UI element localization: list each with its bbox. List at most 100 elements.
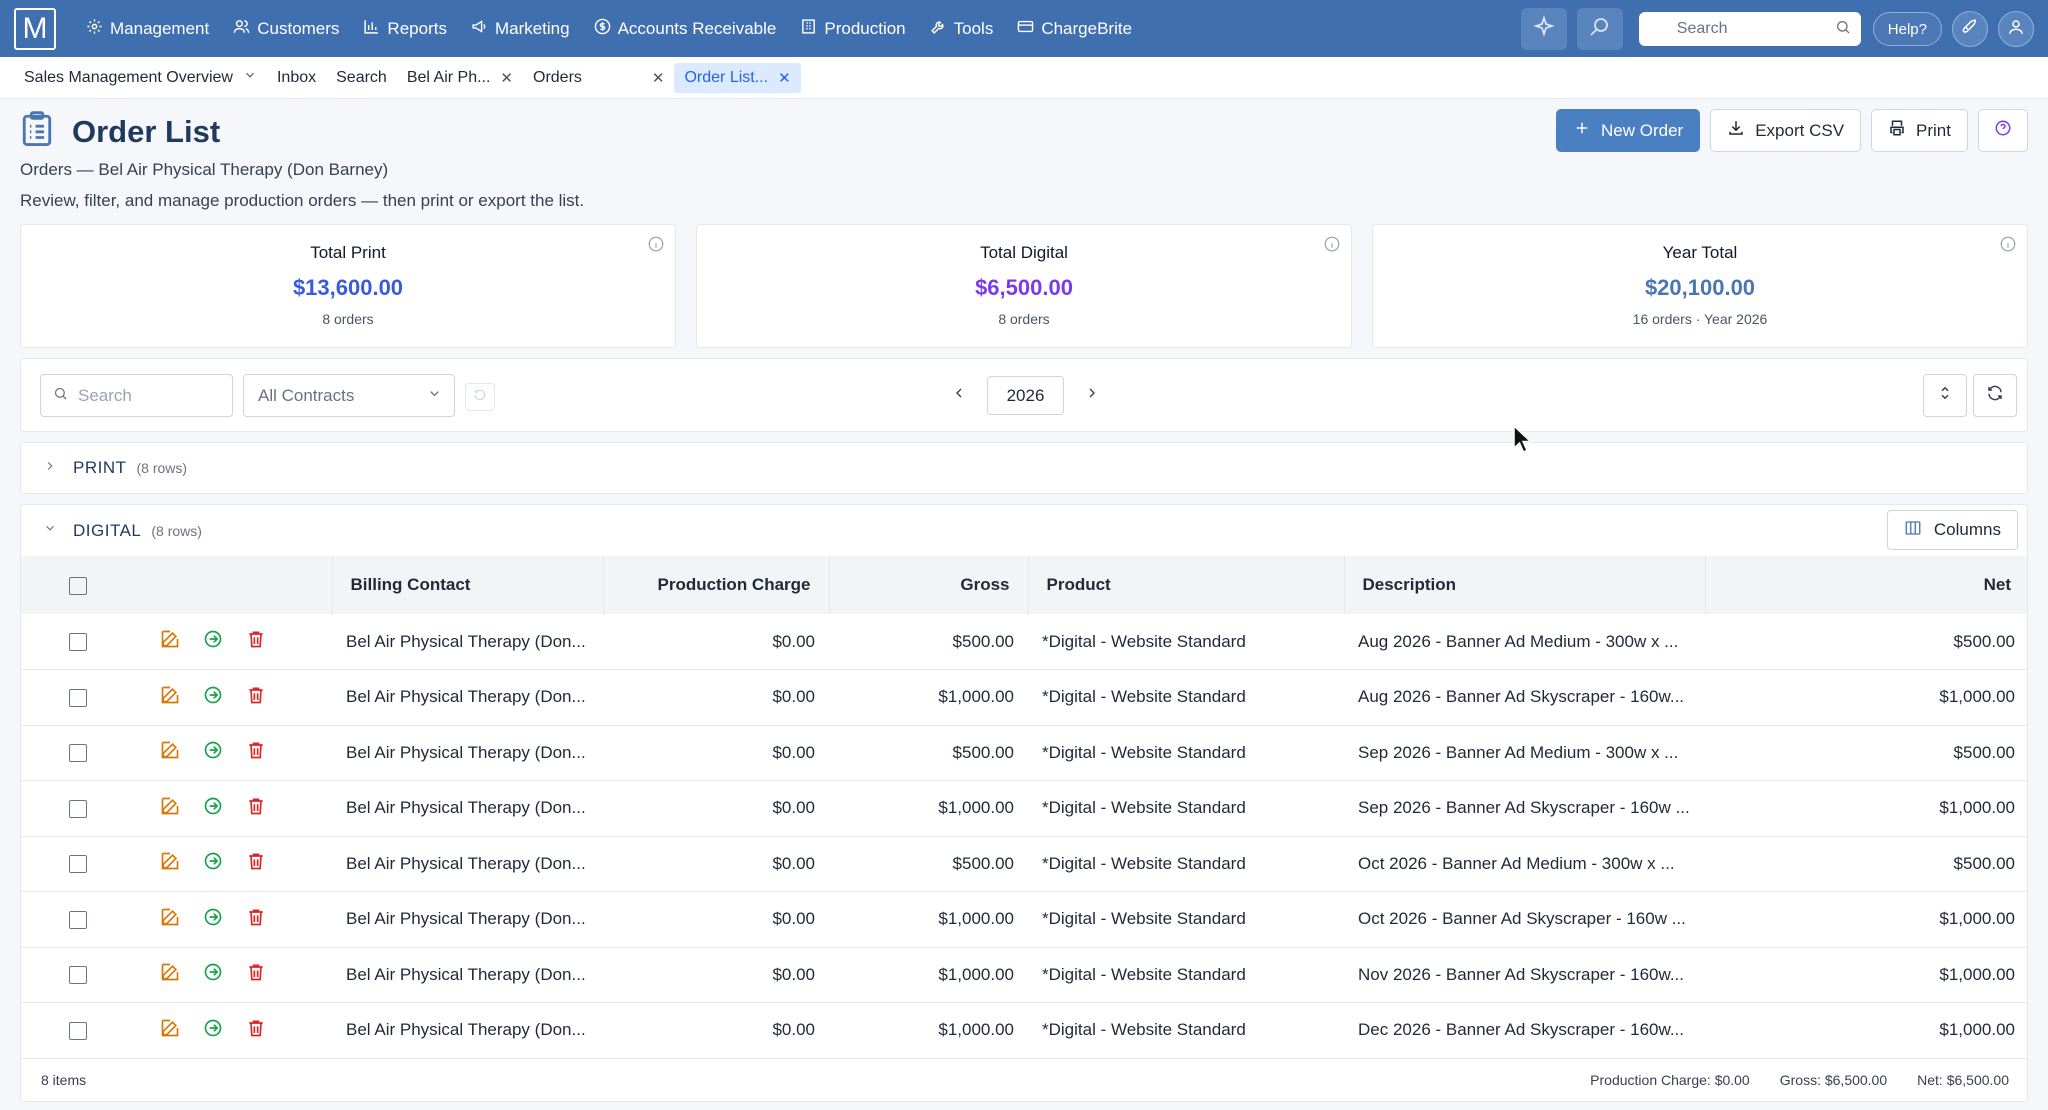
edit-icon[interactable] (160, 962, 180, 987)
arrow-right-circle-icon[interactable] (203, 740, 223, 765)
app-logo[interactable]: M (14, 7, 56, 50)
info-icon[interactable] (1999, 235, 2017, 253)
tab-search[interactable]: Search (326, 63, 397, 93)
actions-header (136, 556, 332, 614)
columns-button[interactable]: Columns (1886, 510, 2018, 550)
row-checkbox[interactable] (69, 1021, 87, 1040)
row-checkbox[interactable] (69, 966, 87, 985)
footer-totals: Production Charge: $0.00 Gross: $6,500.0… (1590, 1072, 2009, 1088)
print-button[interactable]: Print (1871, 109, 1968, 152)
nav-customers[interactable]: Customers (223, 12, 349, 46)
arrow-right-circle-icon[interactable] (203, 629, 223, 654)
table-row[interactable]: Bel Air Physical Therapy (Don... $0.00 $50… (21, 836, 2027, 892)
tab-inbox[interactable]: Inbox (267, 63, 326, 93)
row-checkbox[interactable] (69, 855, 87, 874)
edit-icon[interactable] (160, 629, 180, 654)
nav-accounts-receivable[interactable]: Accounts Receivable (584, 12, 787, 46)
tab-bel-air[interactable]: Bel Air Ph... ✕ (397, 63, 523, 93)
row-checkbox[interactable] (69, 744, 87, 763)
nav-tools[interactable]: Tools (920, 12, 1004, 46)
close-icon[interactable]: ✕ (500, 69, 513, 87)
arrow-right-circle-icon[interactable] (203, 851, 223, 876)
help-button[interactable]: Help? (1872, 12, 1942, 46)
close-icon[interactable]: ✕ (778, 69, 791, 87)
table-row[interactable]: Bel Air Physical Therapy (Don... $0.00 $50… (21, 725, 2027, 781)
table-row[interactable]: Bel Air Physical Therapy (Don... $0.00 $1,… (21, 670, 2027, 725)
refresh-button[interactable] (1973, 374, 2017, 417)
ai-sparkle-button[interactable] (1520, 8, 1567, 50)
chevron-down-icon[interactable] (243, 68, 257, 87)
nav-chargebrite[interactable]: ChargeBrite (1007, 12, 1142, 46)
arrow-right-circle-icon[interactable] (203, 907, 223, 932)
edit-icon[interactable] (160, 740, 180, 765)
next-year-chevron-right-icon[interactable] (1084, 385, 1100, 406)
column-header[interactable]: Description (1343, 556, 1705, 614)
table-row[interactable]: Bel Air Physical Therapy (Don... $0.00 $50… (21, 614, 2027, 670)
arrow-right-circle-icon[interactable] (203, 962, 223, 987)
net-cell: $1,000.00 (1939, 798, 2015, 818)
edit-icon[interactable] (160, 1018, 180, 1043)
info-icon[interactable] (647, 235, 665, 253)
row-checkbox[interactable] (69, 799, 87, 818)
row-checkbox[interactable] (69, 910, 87, 929)
arrow-right-circle-icon[interactable] (203, 1018, 223, 1043)
order-search-input[interactable]: Search (40, 374, 233, 417)
new-order-button[interactable]: New Order (1556, 109, 1701, 152)
nav-production[interactable]: Production (790, 12, 915, 46)
nav-management[interactable]: Management (76, 12, 219, 46)
trash-icon[interactable] (246, 796, 266, 821)
edit-icon[interactable] (160, 796, 180, 821)
column-header[interactable]: Net (1704, 556, 2027, 614)
tab-sales-management-overview[interactable]: Sales Management Overview (14, 63, 267, 93)
table-header-row: Billing Contact Production Charge Gross … (21, 556, 2027, 614)
tab-order-list[interactable]: Order List... ✕ (674, 62, 801, 93)
trash-icon[interactable] (246, 907, 266, 932)
arrow-right-circle-icon[interactable] (203, 685, 223, 710)
group-print[interactable]: PRINT (8 rows) (20, 442, 2028, 494)
trash-icon[interactable] (246, 685, 266, 710)
column-header[interactable]: Billing Contact (331, 556, 603, 614)
trash-icon[interactable] (246, 1018, 266, 1043)
column-header[interactable]: Product (1027, 556, 1344, 614)
column-header[interactable]: Gross (828, 556, 1028, 614)
edit-icon[interactable] (160, 685, 180, 710)
column-header[interactable]: Production Charge (602, 556, 829, 614)
table-row[interactable]: Bel Air Physical Therapy (Don... $0.00 $1,… (21, 1003, 2027, 1058)
table-row[interactable]: Bel Air Physical Therapy (Don... $0.00 $1,… (21, 892, 2027, 948)
row-checkbox[interactable] (69, 633, 87, 652)
nav-reports-label: Reports (387, 18, 447, 38)
rocket-button[interactable] (1952, 11, 1988, 47)
table-row[interactable]: Bel Air Physical Therapy (Don... $0.00 $1,… (21, 781, 2027, 836)
select-all-cell (21, 556, 136, 614)
contract-select[interactable]: All Contracts (243, 374, 455, 417)
row-checkbox[interactable] (69, 688, 87, 707)
row-actions (136, 892, 332, 948)
trash-icon[interactable] (246, 962, 266, 987)
export-csv-button[interactable]: Export CSV (1710, 109, 1862, 152)
arrow-right-circle-icon[interactable] (203, 796, 223, 821)
reset-filters-button[interactable] (465, 383, 495, 411)
group-digital-header[interactable]: DIGITAL (8 rows) Columns (21, 505, 2027, 556)
expand-collapse-button[interactable] (1923, 374, 1967, 417)
table-row[interactable]: Bel Air Physical Therapy (Don... $0.00 $1,… (21, 947, 2027, 1003)
user-avatar-button[interactable] (1998, 11, 2034, 47)
previous-year-chevron-left-icon[interactable] (951, 385, 967, 406)
tab-label: Search (336, 68, 387, 86)
tab-orders[interactable]: Orders ✕ (523, 63, 674, 93)
close-icon[interactable]: ✕ (652, 69, 665, 87)
trash-icon[interactable] (246, 629, 266, 654)
help-circle-button[interactable] (1978, 109, 2028, 152)
nav-marketing[interactable]: Marketing (461, 12, 580, 46)
year-input[interactable]: 2026 (987, 376, 1064, 415)
global-search-input[interactable]: Search (1638, 12, 1861, 46)
trash-icon[interactable] (246, 740, 266, 765)
edit-icon[interactable] (160, 851, 180, 876)
trash-icon[interactable] (246, 851, 266, 876)
nav-reports[interactable]: Reports (353, 12, 457, 46)
select-all-checkbox[interactable] (69, 576, 87, 595)
product-cell: *Digital - Website Standard (1042, 964, 1246, 984)
search-assistant-button[interactable] (1576, 8, 1623, 50)
edit-icon[interactable] (160, 907, 180, 932)
info-icon[interactable] (1323, 235, 1341, 253)
description-cell: Dec 2026 - Banner Ad Skyscraper - 160w..… (1358, 1020, 1685, 1040)
